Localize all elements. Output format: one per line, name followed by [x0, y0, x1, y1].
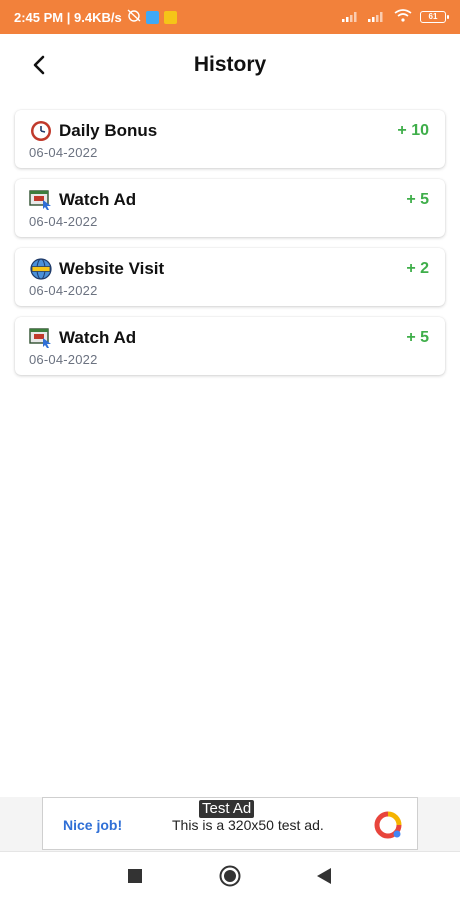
history-item-points: + 2: [406, 260, 429, 277]
status-time-speed: 2:45 PM | 9.4KB/s: [14, 9, 122, 25]
history-item-title: Watch Ad: [59, 190, 137, 209]
globe-icon: [29, 258, 53, 280]
history-item-date: 06-04-2022: [29, 145, 98, 160]
clock-icon: [29, 120, 53, 142]
app-notification-icon: [145, 10, 159, 24]
signal-icon-2: [368, 10, 386, 25]
system-nav-bar: [0, 851, 460, 900]
home-button[interactable]: [218, 864, 242, 888]
history-item-date: 06-04-2022: [29, 214, 98, 229]
wifi-icon: [394, 9, 412, 25]
app-header: History: [0, 34, 460, 96]
history-list: Daily Bonus 06-04-2022 + 10 Watch Ad 06-…: [15, 110, 445, 386]
test-ad-label: Test Ad: [199, 800, 255, 818]
status-bar: 2:45 PM | 9.4KB/s 61: [0, 0, 460, 34]
history-item-title: Watch Ad: [59, 328, 137, 347]
history-item-points: + 5: [406, 191, 429, 208]
history-item: Website Visit 06-04-2022 + 2: [15, 248, 445, 306]
ad-choices-logo-icon[interactable]: [373, 810, 403, 840]
history-item: Daily Bonus 06-04-2022 + 10: [15, 110, 445, 168]
history-item-title: Daily Bonus: [59, 121, 158, 140]
chevron-left-icon: [33, 55, 45, 75]
ad-cta[interactable]: Nice job!: [63, 817, 122, 833]
back-button[interactable]: [24, 50, 54, 80]
circle-icon: [219, 865, 241, 887]
alarm-off-icon: [127, 9, 141, 25]
triangle-back-icon: [317, 868, 331, 884]
video-ad-icon: [29, 189, 53, 211]
history-item-title: Website Visit: [59, 259, 165, 278]
status-left: 2:45 PM | 9.4KB/s: [14, 9, 177, 25]
history-item-points: + 5: [406, 329, 429, 346]
history-item-date: 06-04-2022: [29, 283, 98, 298]
signal-icon: [342, 10, 360, 25]
recent-apps-button[interactable]: [123, 864, 147, 888]
history-item-points: + 10: [397, 122, 429, 139]
page-title: History: [193, 53, 267, 76]
history-item: Watch Ad 06-04-2022 + 5: [15, 179, 445, 237]
history-item-date: 06-04-2022: [29, 352, 98, 367]
history-item: Watch Ad 06-04-2022 + 5: [15, 317, 445, 375]
back-nav-button[interactable]: [312, 864, 336, 888]
video-ad-icon: [29, 327, 53, 349]
square-icon: [128, 869, 142, 883]
gift-notification-icon: [163, 10, 177, 24]
status-right: 61: [342, 9, 449, 25]
ad-text: This is a 320x50 test ad.: [172, 817, 324, 833]
battery-icon: 61: [420, 11, 449, 23]
